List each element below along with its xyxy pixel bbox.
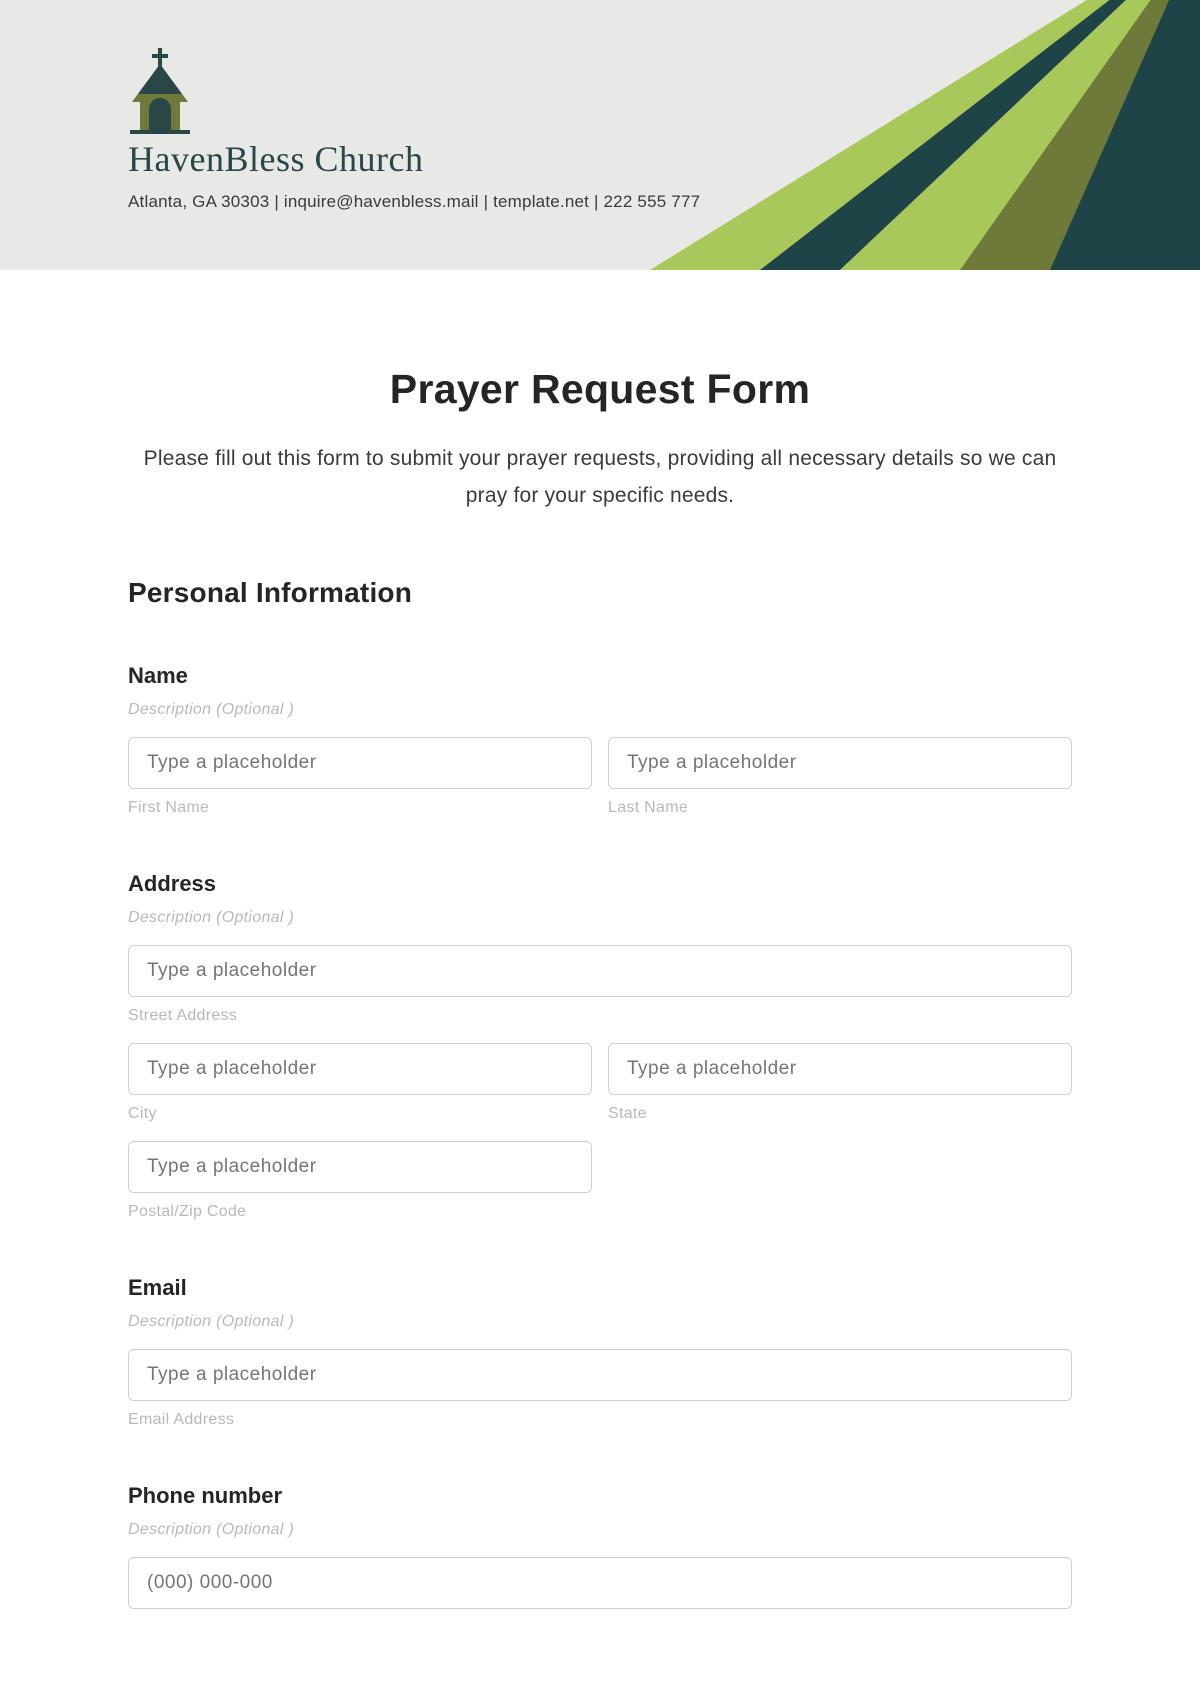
sublabel-email: Email Address [128, 1411, 1072, 1429]
desc-name: Description (Optional ) [128, 701, 1072, 719]
desc-phone: Description (Optional ) [128, 1521, 1072, 1539]
desc-address: Description (Optional ) [128, 909, 1072, 927]
sublabel-city: City [128, 1105, 592, 1123]
zip-input[interactable] [128, 1141, 592, 1193]
sublabel-zip: Postal/Zip Code [128, 1203, 592, 1221]
group-email: Email Description (Optional ) Email Addr… [128, 1275, 1072, 1429]
state-input[interactable] [608, 1043, 1072, 1095]
page-title: Prayer Request Form [128, 366, 1072, 413]
desc-email: Description (Optional ) [128, 1313, 1072, 1331]
sublabel-last-name: Last Name [608, 799, 1072, 817]
label-address: Address [128, 871, 1072, 897]
email-input[interactable] [128, 1349, 1072, 1401]
city-input[interactable] [128, 1043, 592, 1095]
sublabel-state: State [608, 1105, 1072, 1123]
street-address-input[interactable] [128, 945, 1072, 997]
label-phone: Phone number [128, 1483, 1072, 1509]
phone-input[interactable] [128, 1557, 1072, 1609]
church-icon [130, 48, 190, 134]
sublabel-street: Street Address [128, 1007, 1072, 1025]
group-phone: Phone number Description (Optional ) [128, 1483, 1072, 1609]
group-address: Address Description (Optional ) Street A… [128, 871, 1072, 1221]
section-personal-info: Personal Information [128, 577, 1072, 609]
sublabel-first-name: First Name [128, 799, 592, 817]
label-name: Name [128, 663, 1072, 689]
form-content: Prayer Request Form Please fill out this… [0, 270, 1200, 1609]
decorative-rays [580, 0, 1200, 270]
last-name-input[interactable] [608, 737, 1072, 789]
label-email: Email [128, 1275, 1072, 1301]
intro-text: Please fill out this form to submit your… [128, 441, 1072, 515]
group-name: Name Description (Optional ) First Name … [128, 663, 1072, 817]
first-name-input[interactable] [128, 737, 592, 789]
header: HavenBless Church Atlanta, GA 30303 | in… [0, 0, 1200, 270]
